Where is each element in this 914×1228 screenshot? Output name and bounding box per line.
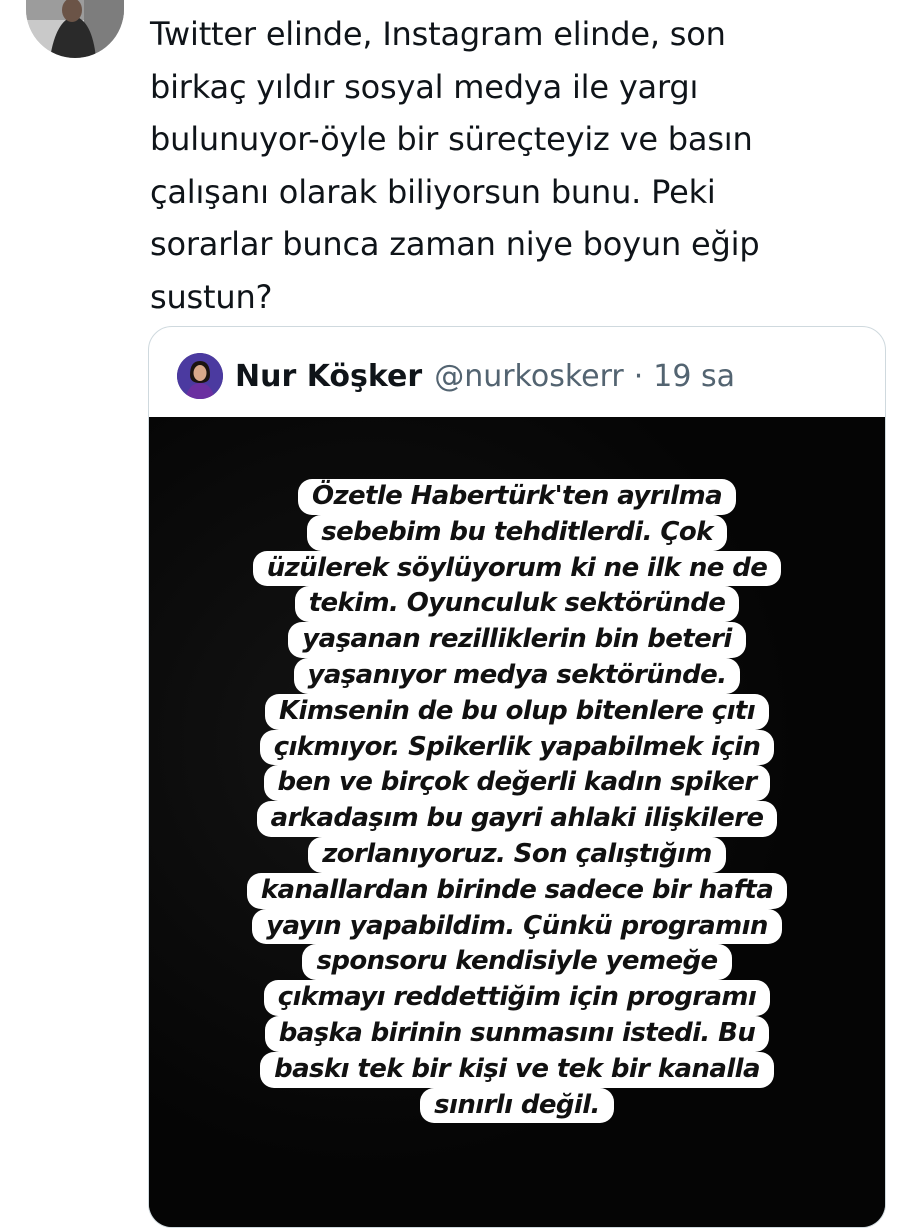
quoted-author-handle[interactable]: @nurkoskerr bbox=[434, 359, 624, 394]
story-text-line: üzülerek söylüyorum ki ne ilk ne de bbox=[252, 550, 782, 587]
tweet-text-line: Twitter elinde, Instagram elinde, son bbox=[150, 15, 726, 53]
story-text-line: yaşanan rezilliklerin bin beteri bbox=[288, 622, 746, 658]
tweet-text-line: sustun? bbox=[150, 277, 273, 316]
quoted-tweet-header: Nur Köşker @nurkoskerr · 19 sa bbox=[177, 351, 735, 401]
tweet-text-line: sorarlar bunca zaman niye boyun eğip bbox=[150, 225, 760, 263]
quoted-tweet-card[interactable]: Nur Köşker @nurkoskerr · 19 sa Özetle Ha… bbox=[148, 326, 886, 1228]
story-text-line: arkadaşım bu gayri ahlaki ilişkilere bbox=[256, 801, 778, 837]
story-text-line: ben ve birçok değerli kadın spiker bbox=[263, 765, 771, 802]
story-text-line: kanallardan birinde sadece bir hafta bbox=[246, 872, 788, 909]
story-text-line: Özetle Habertürk'ten ayrılma bbox=[297, 479, 737, 515]
story-text-line: sebebim bu tehditlerdi. Çok bbox=[307, 514, 727, 551]
story-text-line: baskı tek bir kişi ve tek bir kanalla bbox=[260, 1051, 774, 1088]
tweet-text-line: çalışanı olarak biliyorsun bunu. Peki bbox=[150, 172, 716, 211]
tweet-text-line: bulunuyor-öyle bir süreçteyiz ve basın bbox=[150, 120, 753, 158]
story-text-line: sınırlı değil. bbox=[420, 1087, 614, 1124]
story-text-line: sponsoru kendisiyle yemeğe bbox=[302, 944, 732, 981]
story-text-line: yayın yapabildim. Çünkü programın bbox=[252, 908, 782, 945]
quoted-author-name[interactable]: Nur Köşker bbox=[235, 359, 422, 394]
quoted-tweet-image[interactable]: Özetle Habertürk'ten ayrılma sebebim bu … bbox=[149, 417, 885, 1227]
story-text-line: zorlanıyoruz. Son çalıştığım bbox=[308, 836, 726, 873]
quoted-author-avatar[interactable] bbox=[177, 353, 223, 399]
story-text-line: tekim. Oyunculuk sektöründe bbox=[294, 586, 740, 623]
story-text-line: Kimsenin de bu olup bitenlere çıtı bbox=[264, 693, 770, 730]
meta-separator: · bbox=[633, 358, 644, 394]
story-text-block: Özetle Habertürk'ten ayrılma sebebim bu … bbox=[149, 479, 885, 1124]
story-text-line: yaşanıyor medya sektöründe. bbox=[293, 657, 741, 694]
tweet-text-line: birkaç yıldır sosyal medya ile yargı bbox=[150, 67, 699, 106]
story-text-line: başka birinin sunmasını istedi. Bu bbox=[264, 1015, 770, 1052]
quoted-tweet-time[interactable]: 19 sa bbox=[653, 359, 735, 394]
tweet-text: Twitter elinde, Instagram elinde, son bi… bbox=[150, 8, 890, 323]
author-avatar[interactable] bbox=[26, 0, 124, 58]
story-text-line: çıkmıyor. Spikerlik yapabilmek için bbox=[259, 729, 775, 766]
story-text-line: çıkmayı reddettiğim için programı bbox=[263, 980, 771, 1016]
